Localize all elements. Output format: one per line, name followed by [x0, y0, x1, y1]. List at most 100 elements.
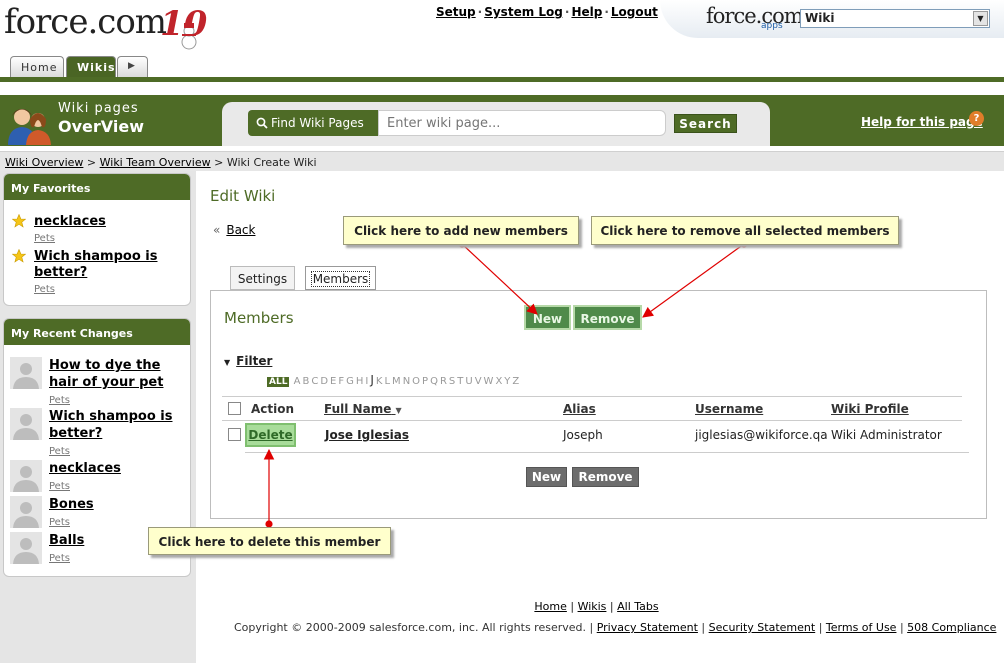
- favorite-category[interactable]: Pets: [34, 233, 55, 244]
- table-divider: [222, 420, 962, 421]
- alpha-letter[interactable]: W: [484, 376, 494, 387]
- banner-title: OverView: [58, 117, 144, 136]
- copyright-text: Copyright © 2000-2009 salesforce.com, in…: [234, 621, 594, 634]
- alpha-letter[interactable]: T: [457, 376, 463, 387]
- terms-of-use-link[interactable]: Terms of Use: [826, 621, 897, 634]
- column-alias[interactable]: Alias: [563, 402, 596, 416]
- alpha-letter[interactable]: N: [403, 376, 410, 387]
- more-tabs-arrow-icon[interactable]: ▶: [117, 56, 148, 78]
- alpha-letter[interactable]: K: [376, 376, 383, 387]
- alpha-letter[interactable]: I: [365, 376, 368, 387]
- favorite-category[interactable]: Pets: [34, 284, 55, 295]
- tab-members[interactable]: Members: [305, 266, 376, 290]
- system-log-link[interactable]: System Log: [484, 5, 563, 19]
- alpha-letter[interactable]: V: [475, 376, 482, 387]
- alpha-letter[interactable]: S: [449, 376, 455, 387]
- new-member-button-bottom[interactable]: New: [526, 467, 567, 487]
- alpha-letter[interactable]: F: [338, 376, 344, 387]
- recent-title[interactable]: Bones: [49, 497, 94, 512]
- breadcrumb-separator: >: [86, 156, 97, 169]
- avatar-icon: [10, 408, 42, 440]
- force-com-logo[interactable]: force.com 10: [4, 2, 224, 56]
- alpha-letter[interactable]: H: [356, 376, 364, 387]
- tab-home[interactable]: Home: [10, 56, 64, 78]
- alpha-letter[interactable]: R: [440, 376, 447, 387]
- tab-bar: Home Wikis ▶: [0, 54, 1004, 78]
- footer-all-tabs-link[interactable]: All Tabs: [617, 600, 659, 613]
- recent-category[interactable]: Pets: [49, 481, 70, 492]
- find-wiki-pages-label: Find Wiki Pages: [248, 110, 378, 136]
- tab-settings[interactable]: Settings: [230, 266, 295, 290]
- compliance-508-link[interactable]: 508 Compliance: [907, 621, 996, 634]
- dropdown-arrow-icon[interactable]: ▼: [973, 11, 988, 26]
- security-statement-link[interactable]: Security Statement: [709, 621, 816, 634]
- alpha-letter[interactable]: Q: [430, 376, 438, 387]
- alpha-letter[interactable]: Y: [504, 376, 510, 387]
- tab-wikis[interactable]: Wikis: [66, 56, 116, 78]
- callout-add-members: Click here to add new members: [343, 216, 579, 245]
- column-full-name[interactable]: Full Name ▼: [324, 402, 402, 416]
- logout-link[interactable]: Logout: [611, 5, 658, 19]
- favorites-panel: My Favorites necklaces Pets Wich shampoo …: [3, 173, 191, 306]
- banner-subtitle: Wiki pages: [58, 101, 139, 116]
- alpha-letter[interactable]: O: [412, 376, 420, 387]
- breadcrumb-wiki-overview[interactable]: Wiki Overview: [5, 156, 83, 169]
- back-link[interactable]: Back: [226, 223, 255, 237]
- column-username[interactable]: Username: [695, 402, 763, 416]
- favorite-title[interactable]: Wich shampoo is better?: [34, 249, 157, 280]
- setup-link[interactable]: Setup: [436, 5, 476, 19]
- help-for-page-link[interactable]: Help for this page: [861, 115, 983, 129]
- member-full-name[interactable]: Jose Iglesias: [325, 428, 409, 442]
- recent-title[interactable]: Wich shampoo is better?: [49, 409, 172, 441]
- header-divider: [0, 77, 1004, 82]
- member-alias: Joseph: [563, 428, 603, 442]
- alpha-letter[interactable]: L: [384, 376, 390, 387]
- help-link[interactable]: Help: [571, 5, 602, 19]
- footer-wikis-link[interactable]: Wikis: [578, 600, 607, 613]
- recent-changes-title: My Recent Changes: [4, 319, 190, 345]
- recent-title[interactable]: necklaces: [49, 461, 121, 476]
- members-heading: Members: [224, 309, 294, 327]
- alpha-letter[interactable]: M: [392, 376, 401, 387]
- remove-members-button[interactable]: Remove: [573, 305, 642, 330]
- alpha-letter[interactable]: B: [302, 376, 309, 387]
- alpha-letter[interactable]: U: [465, 376, 472, 387]
- alpha-letter[interactable]: C: [311, 376, 318, 387]
- recent-title[interactable]: Balls: [49, 533, 84, 548]
- recent-category[interactable]: Pets: [49, 517, 70, 528]
- favorites-title: My Favorites: [4, 174, 190, 200]
- footer-home-link[interactable]: Home: [534, 600, 566, 613]
- favorite-title[interactable]: necklaces: [34, 214, 106, 229]
- breadcrumb-wiki-team-overview[interactable]: Wiki Team Overview: [100, 156, 211, 169]
- search-button[interactable]: Search: [674, 114, 737, 133]
- alpha-letter[interactable]: A: [294, 376, 301, 387]
- column-wiki-profile[interactable]: Wiki Profile: [831, 402, 909, 416]
- alpha-letter[interactable]: P: [422, 376, 428, 387]
- alpha-letter[interactable]: G: [346, 376, 354, 387]
- alpha-letter-active[interactable]: J: [370, 373, 374, 387]
- app-select[interactable]: Wiki ▼: [800, 9, 990, 28]
- new-member-button[interactable]: New: [524, 305, 571, 330]
- column-action: Action: [251, 402, 295, 416]
- wiki-search-input[interactable]: [378, 110, 666, 136]
- delete-member-button[interactable]: Delete: [245, 423, 296, 447]
- alpha-all[interactable]: ALL: [267, 377, 290, 387]
- select-all-checkbox[interactable]: [228, 402, 241, 415]
- help-icon[interactable]: ?: [969, 111, 984, 126]
- alpha-letter[interactable]: E: [330, 376, 336, 387]
- alpha-letter[interactable]: X: [495, 376, 502, 387]
- remove-members-button-bottom[interactable]: Remove: [572, 467, 639, 487]
- row-checkbox[interactable]: [228, 428, 241, 441]
- recent-category[interactable]: Pets: [49, 395, 70, 406]
- apps-label: apps: [761, 21, 783, 31]
- recent-title[interactable]: How to dye the hair of your pet: [49, 358, 163, 390]
- people-icon: [8, 109, 51, 145]
- alpha-letter[interactable]: D: [320, 376, 328, 387]
- avatar-icon: [10, 357, 42, 389]
- privacy-statement-link[interactable]: Privacy Statement: [597, 621, 698, 634]
- recent-category[interactable]: Pets: [49, 553, 70, 564]
- alpha-letter[interactable]: Z: [512, 376, 519, 387]
- filter-toggle[interactable]: ▼ Filter: [224, 354, 272, 368]
- member-profile: Wiki Administrator: [831, 428, 942, 442]
- recent-category[interactable]: Pets: [49, 446, 70, 457]
